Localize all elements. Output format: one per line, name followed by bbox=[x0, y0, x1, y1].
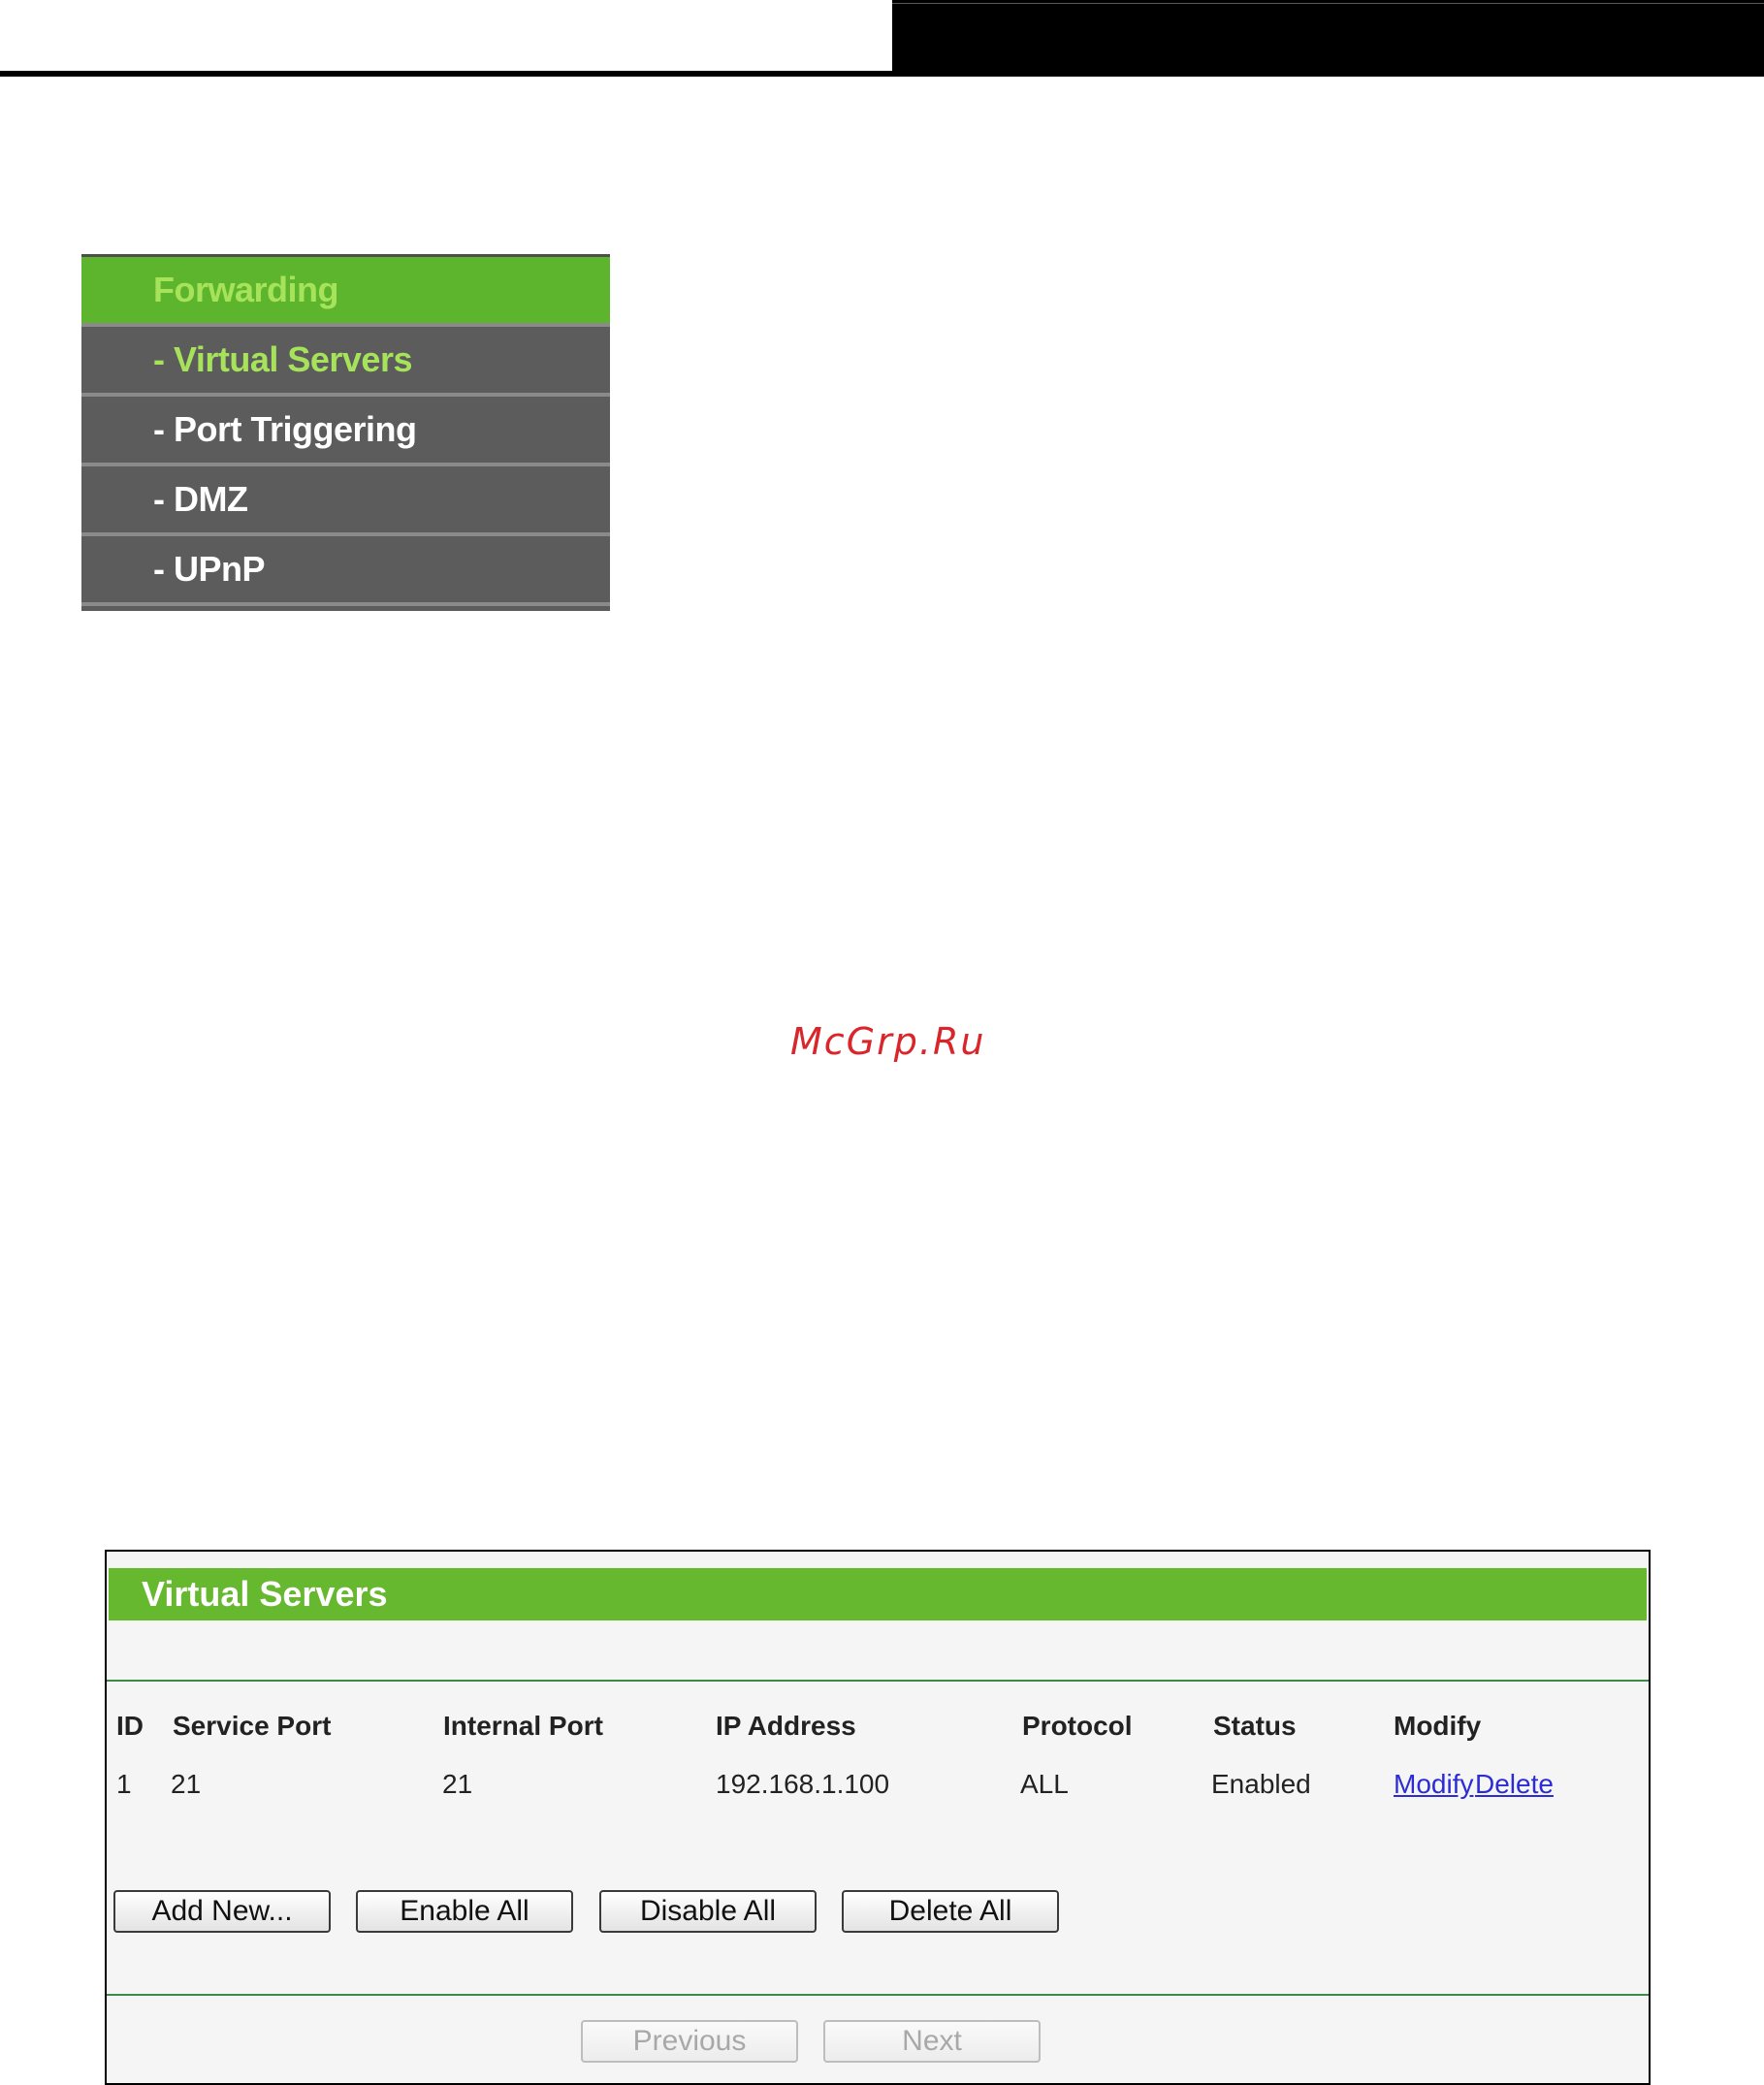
menu-item-label: - Port Triggering bbox=[153, 409, 417, 449]
menu-item-label: - DMZ bbox=[153, 479, 248, 519]
virtual-servers-panel: Virtual Servers ID Service Port Internal… bbox=[105, 1550, 1651, 2085]
column-header-status: Status bbox=[1213, 1711, 1297, 1741]
panel-title: Virtual Servers bbox=[109, 1568, 1647, 1620]
panel-divider-bottom bbox=[107, 1994, 1649, 1996]
forwarding-menu: Forwarding - Virtual Servers - Port Trig… bbox=[81, 254, 610, 611]
add-new-button[interactable]: Add New... bbox=[113, 1890, 331, 1933]
row-protocol: ALL bbox=[1020, 1769, 1069, 1799]
delete-all-button[interactable]: Delete All bbox=[842, 1890, 1059, 1933]
row-internal-port: 21 bbox=[442, 1769, 473, 1799]
panel-divider-top bbox=[107, 1680, 1649, 1682]
menu-item-virtual-servers[interactable]: - Virtual Servers bbox=[81, 327, 610, 397]
menu-item-upnp[interactable]: - UPnP bbox=[81, 536, 610, 606]
enable-all-button[interactable]: Enable All bbox=[356, 1890, 573, 1933]
disable-all-button[interactable]: Disable All bbox=[599, 1890, 817, 1933]
menu-item-port-triggering[interactable]: - Port Triggering bbox=[81, 397, 610, 466]
next-button[interactable]: Next bbox=[823, 2020, 1041, 2063]
menu-item-dmz[interactable]: - DMZ bbox=[81, 466, 610, 536]
menu-item-label: - Virtual Servers bbox=[153, 339, 412, 379]
delete-link[interactable]: Delete bbox=[1475, 1769, 1554, 1800]
previous-button[interactable]: Previous bbox=[581, 2020, 798, 2063]
row-service-port: 21 bbox=[171, 1769, 202, 1799]
column-header-service-port: Service Port bbox=[173, 1711, 332, 1741]
menu-item-label: - UPnP bbox=[153, 549, 266, 589]
column-header-ip-address: IP Address bbox=[716, 1711, 856, 1741]
row-id: 1 bbox=[116, 1769, 132, 1799]
column-header-protocol: Protocol bbox=[1022, 1711, 1133, 1741]
row-status: Enabled bbox=[1211, 1769, 1311, 1799]
column-header-id: ID bbox=[116, 1711, 144, 1741]
header-bar bbox=[892, 0, 1764, 77]
menu-header-forwarding[interactable]: Forwarding bbox=[81, 257, 610, 327]
modify-link[interactable]: Modify bbox=[1394, 1769, 1473, 1800]
watermark: McGrp.Ru bbox=[790, 1020, 986, 1063]
column-header-internal-port: Internal Port bbox=[443, 1711, 603, 1741]
column-header-modify: Modify bbox=[1394, 1711, 1482, 1741]
row-ip-address: 192.168.1.100 bbox=[716, 1769, 890, 1799]
menu-header-label: Forwarding bbox=[153, 270, 339, 309]
